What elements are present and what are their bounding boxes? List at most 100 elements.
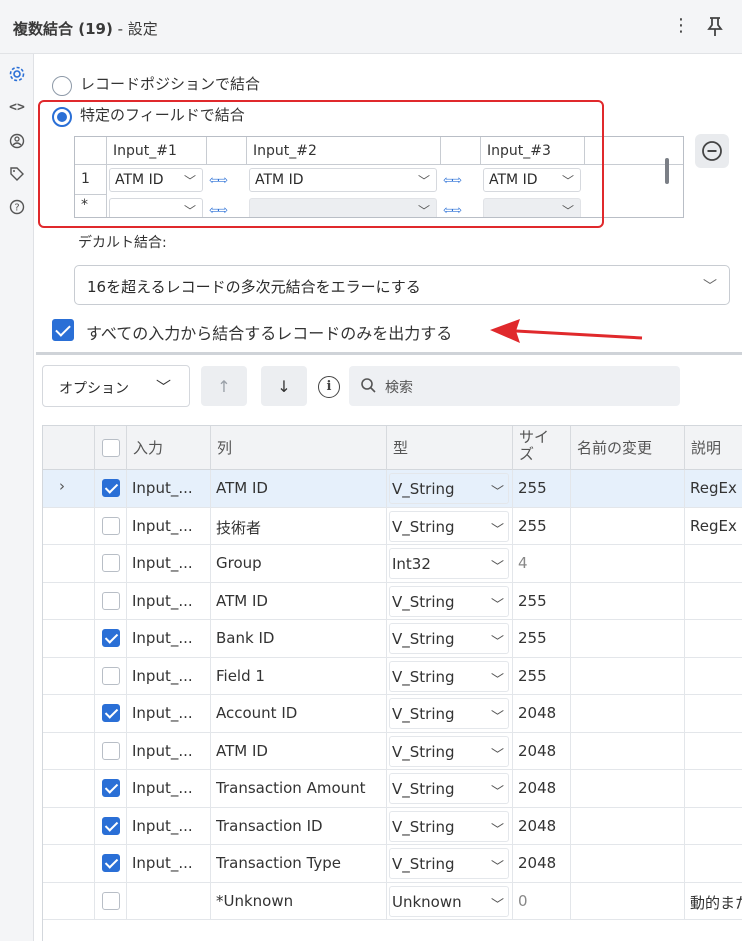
gear-icon[interactable] (7, 64, 27, 84)
row-description-cell[interactable] (685, 845, 742, 882)
table-row[interactable]: Input_... ATM ID V_String ﹀ 255 (43, 582, 742, 620)
table-row[interactable]: Input_... ATM ID V_String ﹀ 2048 (43, 732, 742, 770)
row-size-cell[interactable]: 0 (513, 882, 571, 919)
code-icon[interactable]: <> (7, 97, 27, 117)
row-rename-cell[interactable] (571, 657, 685, 694)
row-type-select[interactable]: V_String ﹀ (389, 810, 509, 842)
kebab-menu-icon[interactable]: ⋮ (672, 14, 690, 38)
row-rename-cell[interactable] (571, 882, 685, 919)
search-input[interactable]: 検索 (349, 366, 680, 406)
row-rename-cell[interactable] (571, 620, 685, 657)
row-type-select[interactable]: V_String ﹀ (389, 698, 509, 729)
row-expand-cell[interactable] (43, 732, 95, 769)
row-size-cell[interactable]: 2048 (513, 732, 571, 769)
row-expand-cell[interactable] (43, 507, 95, 544)
header-description[interactable]: 説明 (685, 426, 742, 470)
row-size-cell[interactable]: 255 (513, 507, 571, 544)
table-row[interactable]: Input_... Account ID V_String ﹀ 2048 (43, 695, 742, 733)
row-select-checkbox[interactable] (102, 666, 120, 685)
row-description-cell[interactable]: 動的また (685, 883, 742, 920)
table-row[interactable]: Input_... Transaction Amount V_String ﹀ 2048 (43, 770, 742, 808)
row-rename-cell[interactable] (571, 732, 685, 769)
row-select-checkbox[interactable] (102, 516, 120, 535)
row-select-checkbox[interactable] (102, 704, 120, 722)
grid-scrollbar[interactable] (665, 158, 669, 184)
row-type-select[interactable]: V_String ﹀ (389, 735, 509, 767)
info-icon[interactable]: i (318, 376, 340, 398)
only-matched-checkbox[interactable] (52, 319, 74, 341)
row-rename-cell[interactable] (571, 770, 685, 807)
row-expand-cell[interactable] (43, 695, 95, 732)
row-expand-cell[interactable] (43, 845, 95, 882)
row-type-select[interactable]: V_String ﹀ (389, 585, 509, 617)
table-row[interactable]: › Input_... ATM ID V_String ﹀ 255 RegEx (43, 470, 742, 508)
row-description-cell[interactable] (685, 620, 742, 657)
row-expand-cell[interactable] (43, 882, 95, 919)
row-type-select[interactable]: V_String ﹀ (389, 473, 509, 504)
row-size-cell[interactable]: 2048 (513, 845, 571, 882)
header-column[interactable]: 列 (211, 426, 387, 470)
header-rename[interactable]: 名前の変更 (571, 426, 685, 470)
row-description-cell[interactable] (685, 658, 742, 695)
move-up-button[interactable]: ↑ (201, 366, 247, 406)
row-select-checkbox[interactable] (102, 779, 120, 797)
row-rename-cell[interactable] (571, 507, 685, 544)
row-type-select[interactable]: Unknown ﹀ (389, 885, 509, 917)
row-rename-cell[interactable] (571, 845, 685, 882)
row-description-cell[interactable] (685, 770, 742, 807)
row-type-select[interactable]: V_String ﹀ (389, 848, 509, 879)
row-description-cell[interactable]: RegEx (685, 470, 742, 507)
row-size-cell[interactable]: 2048 (513, 807, 571, 844)
row-description-cell[interactable] (685, 545, 742, 582)
row-select-checkbox[interactable] (102, 629, 120, 647)
pin-icon[interactable] (703, 14, 727, 38)
table-row[interactable]: Input_... Transaction Type V_String ﹀ 2048 (43, 845, 742, 883)
row-type-select[interactable]: V_String ﹀ (389, 510, 509, 542)
row-description-cell[interactable] (685, 695, 742, 732)
table-row[interactable]: Input_... Bank ID V_String ﹀ 255 (43, 620, 742, 658)
row-description-cell[interactable] (685, 808, 742, 845)
table-row[interactable]: Input_... 技術者 V_String ﹀ 255 RegEx (43, 507, 742, 545)
chevron-right-icon[interactable]: › (59, 477, 65, 495)
row-size-cell[interactable]: 2048 (513, 770, 571, 807)
header-input[interactable]: 入力 (127, 426, 211, 470)
row-select-checkbox[interactable] (102, 854, 120, 872)
row-select-checkbox[interactable] (102, 479, 120, 497)
move-down-button[interactable]: ↓ (261, 366, 307, 406)
row-description-cell[interactable]: RegEx (685, 508, 742, 545)
select-all-checkbox[interactable] (102, 439, 120, 457)
row-size-cell[interactable]: 255 (513, 470, 571, 507)
table-row[interactable]: Input_... Field 1 V_String ﹀ 255 (43, 657, 742, 695)
row-select-checkbox[interactable] (102, 891, 120, 910)
header-type[interactable]: 型 (387, 426, 513, 470)
row-select-checkbox[interactable] (102, 591, 120, 610)
row-size-cell[interactable]: 4 (513, 545, 571, 582)
row-type-select[interactable]: Int32 ﹀ (389, 548, 509, 579)
row-description-cell[interactable] (685, 733, 742, 770)
connection-icon[interactable] (7, 131, 27, 151)
table-row[interactable]: Input_... Transaction ID V_String ﹀ 2048 (43, 807, 742, 845)
row-type-select[interactable]: V_String ﹀ (389, 773, 509, 804)
row-size-cell[interactable]: 255 (513, 657, 571, 694)
join-by-position-radio[interactable] (52, 76, 72, 96)
row-expand-cell[interactable]: › (43, 470, 95, 507)
row-type-select[interactable]: V_String ﹀ (389, 623, 509, 654)
row-rename-cell[interactable] (571, 470, 685, 507)
header-size[interactable]: サイズ (513, 426, 571, 470)
row-select-checkbox[interactable] (102, 816, 120, 835)
tag-icon[interactable] (7, 164, 27, 184)
row-size-cell[interactable]: 255 (513, 582, 571, 619)
row-expand-cell[interactable] (43, 582, 95, 619)
remove-row-button[interactable] (695, 134, 729, 168)
row-rename-cell[interactable] (571, 695, 685, 732)
row-expand-cell[interactable] (43, 807, 95, 844)
row-size-cell[interactable]: 255 (513, 620, 571, 657)
table-row[interactable]: Input_... Group Int32 ﹀ 4 (43, 545, 742, 583)
options-dropdown[interactable]: オプション ﹀ (42, 365, 190, 407)
row-expand-cell[interactable] (43, 770, 95, 807)
row-rename-cell[interactable] (571, 582, 685, 619)
row-expand-cell[interactable] (43, 657, 95, 694)
row-expand-cell[interactable] (43, 620, 95, 657)
row-type-select[interactable]: V_String ﹀ (389, 660, 509, 692)
table-row[interactable]: *UnknownUnknown﹀0 動的また (43, 882, 742, 920)
